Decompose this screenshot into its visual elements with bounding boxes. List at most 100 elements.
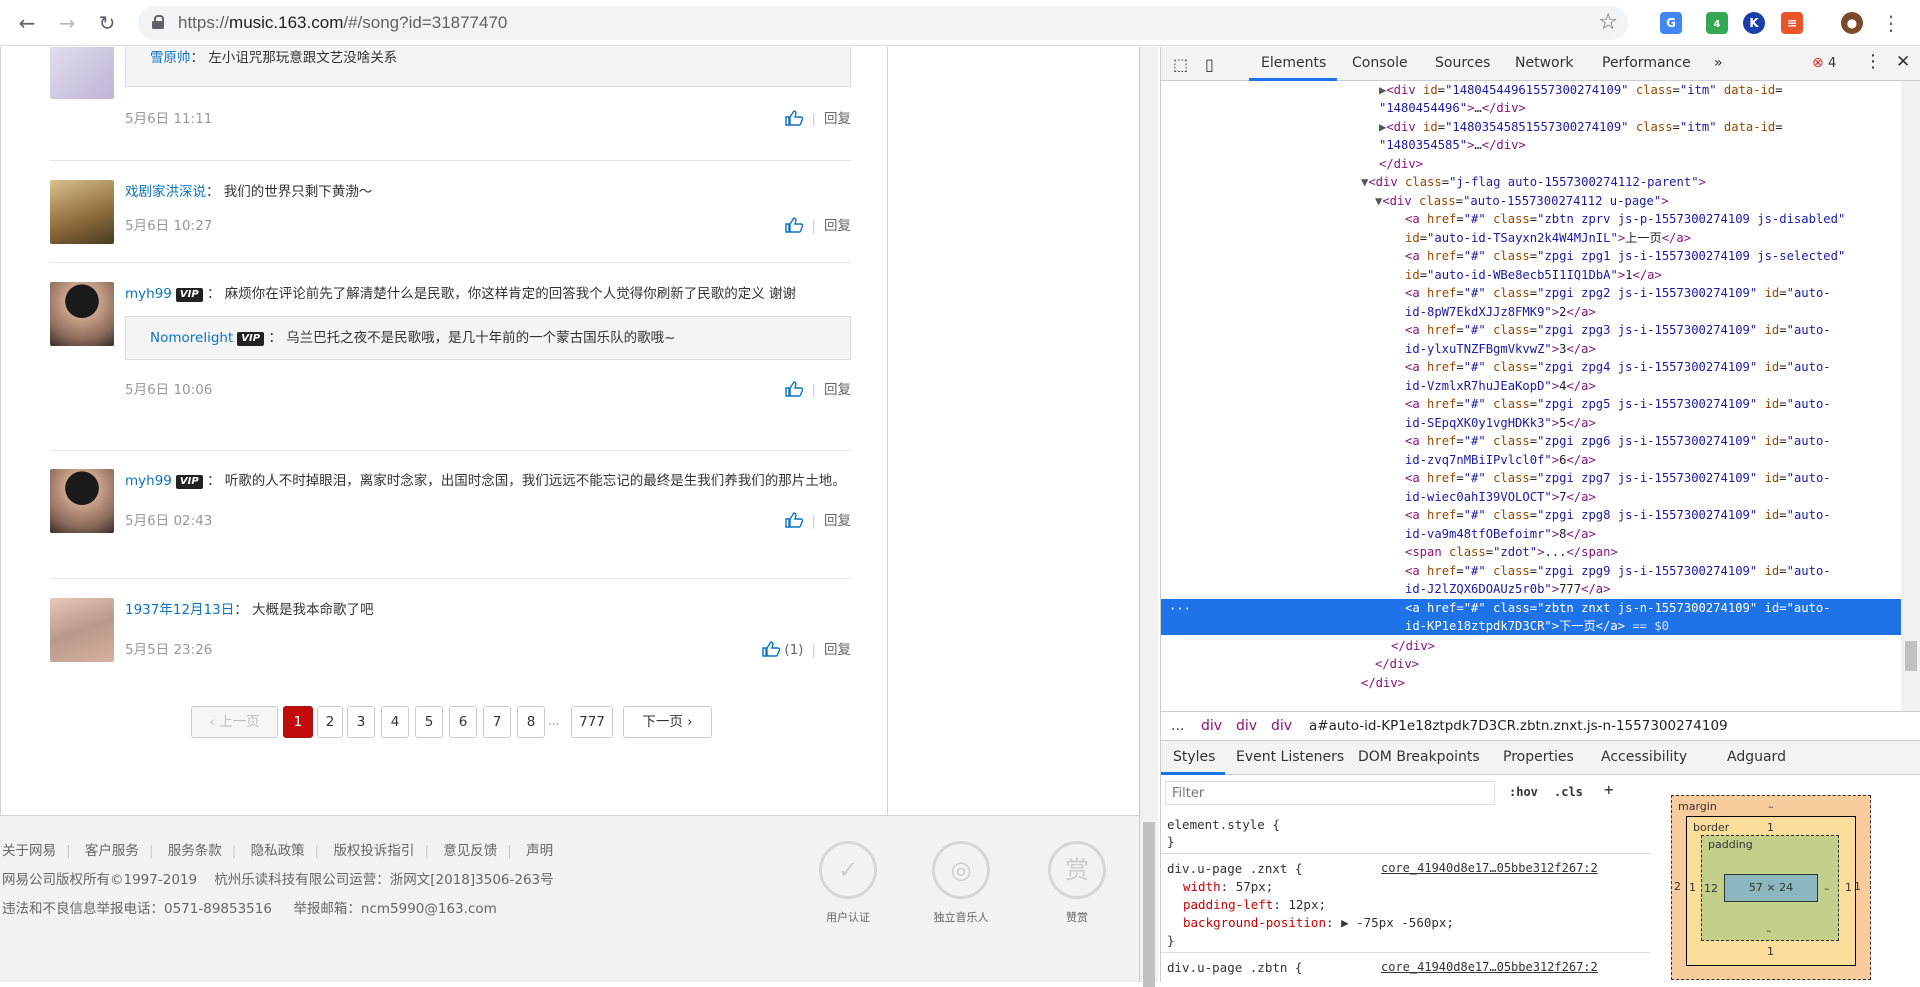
tab-event-listeners[interactable]: Event Listeners bbox=[1236, 749, 1344, 765]
reply-link[interactable]: 回复 bbox=[824, 642, 851, 658]
dom-line[interactable]: ▼<div class="auto-1557300274112 u-page"> bbox=[1375, 192, 1669, 211]
cls-toggle[interactable]: .cls bbox=[1554, 785, 1583, 799]
rule-selector[interactable]: div.u-page .zbtn { bbox=[1167, 960, 1302, 975]
comment-username[interactable]: 戏剧家洪深说 bbox=[125, 184, 206, 200]
more-tabs-chevron[interactable]: » bbox=[1714, 55, 1723, 71]
dom-line[interactable]: <a href="#" class="zpgi zpg6 js-i-155730… bbox=[1405, 432, 1831, 451]
dom-line[interactable]: <a href="#" class="zpgi zpg3 js-i-155730… bbox=[1405, 321, 1831, 340]
dom-line[interactable]: </div> bbox=[1375, 655, 1419, 674]
dom-line[interactable]: <a href="#" class="zpgi zpg4 js-i-155730… bbox=[1405, 358, 1831, 377]
back-arrow-icon[interactable]: ← bbox=[14, 10, 40, 36]
dom-line[interactable]: id-ylxuTNZFBgmVkvwZ">3</a> bbox=[1405, 340, 1596, 359]
bookmark-star-icon[interactable]: ☆ bbox=[1598, 10, 1618, 35]
forward-arrow-icon[interactable]: → bbox=[54, 10, 80, 36]
bookmark-extension-icon[interactable]: ≡ bbox=[1781, 12, 1803, 34]
tab-elements[interactable]: Elements bbox=[1261, 55, 1326, 71]
avatar[interactable] bbox=[50, 180, 114, 244]
add-rule-icon[interactable]: + bbox=[1604, 780, 1614, 799]
footer-link[interactable]: 声明 bbox=[526, 843, 553, 859]
dom-tree[interactable]: ▶<div id="1480454496155730027410​9" clas… bbox=[1161, 81, 1901, 751]
page-button-1[interactable]: 1 bbox=[283, 706, 313, 738]
footer-link[interactable]: 版权投诉指引 bbox=[333, 843, 414, 859]
footer-link[interactable]: 关于网易 bbox=[2, 843, 56, 859]
breadcrumb-item[interactable]: a#auto-id-KP1e18ztpdk7D3CR.zbtn.znxt.js-… bbox=[1309, 712, 1728, 740]
page-button-6[interactable]: 6 bbox=[449, 706, 477, 738]
dom-line[interactable]: id-va9m48tfOBefoimr">8</a> bbox=[1405, 525, 1596, 544]
dom-line[interactable]: <a href="#" class="zbtn zprv js-p-155730… bbox=[1405, 210, 1845, 229]
error-icon[interactable]: ⊗ bbox=[1812, 55, 1824, 71]
devtools-menu-icon[interactable]: ⋮ bbox=[1864, 51, 1882, 72]
css-prop-name[interactable]: padding-left bbox=[1183, 897, 1273, 912]
dom-line[interactable]: <a href="#" class="zpgi zpg9 js-i-155730… bbox=[1405, 562, 1831, 581]
indie-musician-badge[interactable]: ◎ 独立音乐人 bbox=[931, 841, 991, 925]
address-bar[interactable]: https://music.163.com/#/song?id=31877470… bbox=[138, 6, 1628, 40]
footer-link[interactable]: 客户服务 bbox=[85, 843, 139, 859]
avatar[interactable] bbox=[50, 469, 114, 533]
like-thumb-icon[interactable] bbox=[785, 217, 804, 233]
rule-source-link[interactable]: core_41940d8e17…05bbe312f267:2 bbox=[1381, 960, 1598, 974]
profile-avatar[interactable]: ● bbox=[1841, 12, 1863, 34]
page-button-5[interactable]: 5 bbox=[415, 706, 443, 738]
breadcrumb-item[interactable]: div bbox=[1271, 712, 1292, 740]
dom-line[interactable]: </div> bbox=[1391, 637, 1435, 656]
dom-line[interactable]: <a href="#" class="zpgi zpg1 js-i-155730… bbox=[1405, 247, 1845, 266]
dom-line[interactable]: "1480454496">…</div> bbox=[1379, 99, 1526, 118]
reply-link[interactable]: 回复 bbox=[824, 513, 851, 529]
translate-extension-icon[interactable]: G bbox=[1660, 12, 1682, 34]
dom-line[interactable]: "1480354585">…</div> bbox=[1379, 136, 1526, 155]
dom-line[interactable]: id-zvq7nMBiIPvlcl0f">6</a> bbox=[1405, 451, 1596, 470]
reload-icon[interactable]: ↻ bbox=[94, 10, 120, 36]
device-toggle-icon[interactable]: ▯ bbox=[1205, 55, 1214, 74]
like-thumb-icon[interactable] bbox=[785, 512, 804, 528]
like-thumb-icon[interactable] bbox=[785, 110, 804, 126]
inspect-cursor-icon[interactable]: ⬚ bbox=[1173, 55, 1188, 74]
box-padding[interactable]: padding 12 – – 57 × 24 bbox=[1701, 835, 1839, 941]
box-margin[interactable]: margin – 2 1 border 1 1 1 1 padding 12 –… bbox=[1671, 795, 1871, 980]
like-thumb-icon[interactable] bbox=[785, 381, 804, 397]
box-border[interactable]: border 1 1 1 1 padding 12 – – 57 × 24 bbox=[1686, 816, 1856, 966]
tab-console[interactable]: Console bbox=[1352, 55, 1408, 71]
page-button-2[interactable]: 2 bbox=[317, 706, 343, 738]
dom-line[interactable]: id="auto-id-WBe8ecb5I1IQ1DbA">1</a> bbox=[1405, 266, 1662, 285]
reward-badge[interactable]: 赏 赞赏 bbox=[1047, 841, 1107, 925]
tab-accessibility[interactable]: Accessibility bbox=[1601, 749, 1687, 765]
menu-kebab-icon[interactable]: ⋮ bbox=[1878, 10, 1904, 36]
prev-page-button[interactable]: ‹ 上一页 bbox=[191, 706, 278, 738]
user-verify-badge[interactable]: ✓ 用户认证 bbox=[818, 841, 878, 925]
dom-line[interactable]: id="auto-id-TSayxn2k4W4MJnIL">上一页</a> bbox=[1405, 229, 1691, 248]
dom-line[interactable]: ▶<div id="1480454496155730027410​9" clas… bbox=[1379, 81, 1783, 100]
comment-username[interactable]: myh99 bbox=[125, 286, 172, 302]
reply-link[interactable]: 回复 bbox=[824, 218, 851, 234]
hov-toggle[interactable]: :hov bbox=[1509, 785, 1538, 799]
reply-link[interactable]: 回复 bbox=[824, 111, 851, 127]
k-extension-icon[interactable]: K bbox=[1743, 12, 1765, 34]
css-prop-name[interactable]: width bbox=[1183, 879, 1221, 894]
dom-line[interactable]: <a href="#" class="zpgi zpg2 js-i-155730… bbox=[1405, 284, 1831, 303]
styles-filter-input[interactable] bbox=[1165, 781, 1495, 805]
dom-line[interactable]: ▶<div id="14803545851557300274109" class… bbox=[1379, 118, 1783, 137]
breadcrumb-item[interactable]: div bbox=[1201, 712, 1222, 740]
css-prop-value[interactable]: 57px; bbox=[1236, 879, 1274, 894]
avatar[interactable] bbox=[50, 598, 114, 662]
next-page-button[interactable]: 下一页 › bbox=[623, 706, 712, 738]
like-thumb-icon[interactable] bbox=[762, 641, 781, 657]
page-button-7[interactable]: 7 bbox=[483, 706, 511, 738]
rule-source-link[interactable]: core_41940d8e17…05bbe312f267:2 bbox=[1381, 861, 1598, 875]
page-button-8[interactable]: 8 bbox=[517, 706, 545, 738]
footer-link[interactable]: 意见反馈 bbox=[443, 843, 497, 859]
dom-line[interactable]: </div> bbox=[1379, 155, 1423, 174]
page-button-4[interactable]: 4 bbox=[381, 706, 409, 738]
page-button-3[interactable]: 3 bbox=[347, 706, 375, 738]
footer-link[interactable]: 服务条款 bbox=[168, 843, 222, 859]
quote-username[interactable]: 雪原帅 bbox=[150, 50, 191, 66]
avatar[interactable] bbox=[50, 47, 114, 99]
css-prop-name[interactable]: background-position bbox=[1183, 915, 1326, 930]
dom-line[interactable]: id-SEpqXK0y1vgHDKk3">5</a> bbox=[1405, 414, 1596, 433]
tab-properties[interactable]: Properties bbox=[1503, 749, 1574, 765]
box-content[interactable]: 57 × 24 bbox=[1724, 874, 1818, 902]
scrollbar-thumb[interactable] bbox=[1143, 822, 1155, 987]
element-style-rule[interactable]: element.style { bbox=[1167, 817, 1280, 832]
dom-line[interactable]: ▼<div class="j-flag auto-1557300274112-p… bbox=[1361, 173, 1706, 192]
dom-line[interactable]: <span class="zdot">...</span> bbox=[1405, 543, 1618, 562]
dom-line[interactable]: id-8pW7EkdXJJz8FMK9">2</a> bbox=[1405, 303, 1596, 322]
